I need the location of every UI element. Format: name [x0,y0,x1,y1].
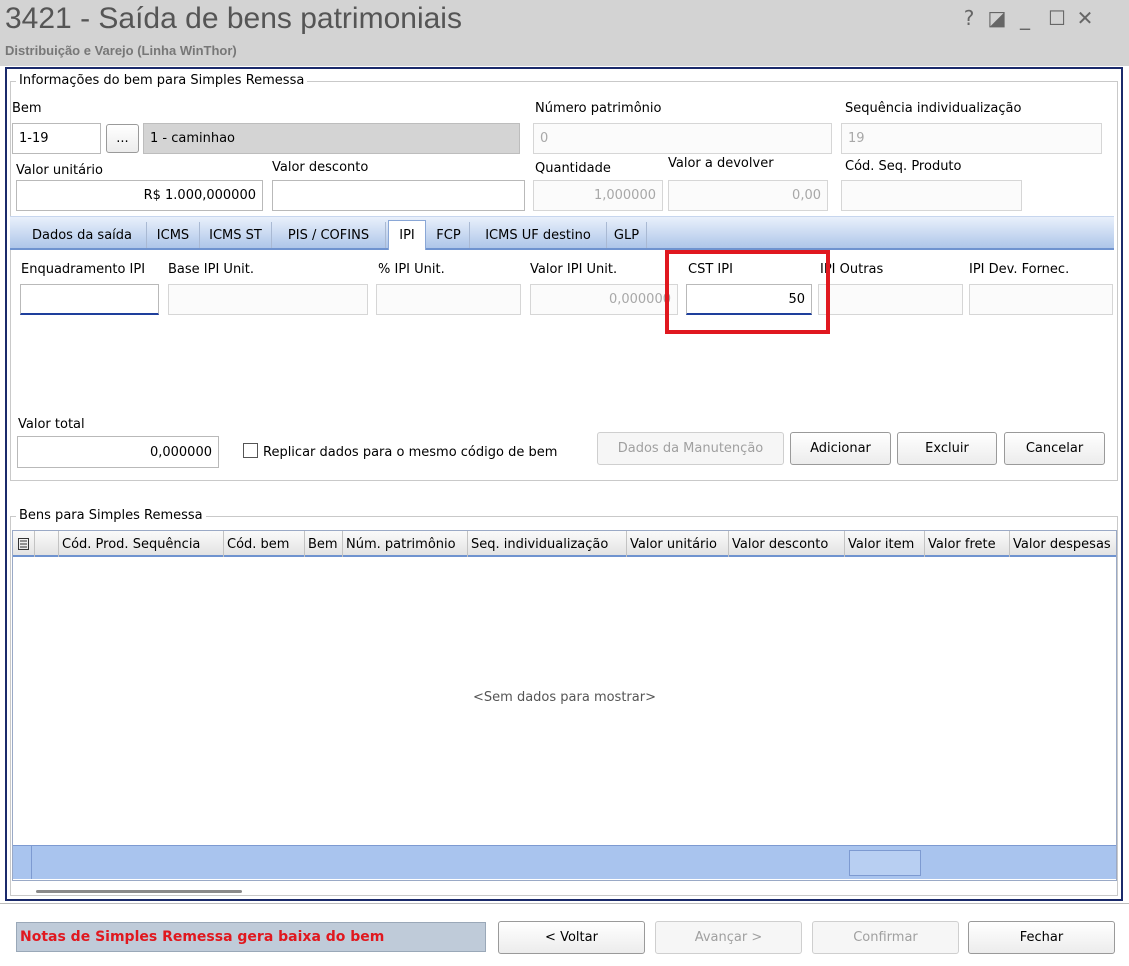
tab-fcp[interactable]: FCP [428,222,470,248]
col-valor-desconto[interactable]: Valor desconto [729,531,845,557]
valor-unitario-input[interactable]: R$ 1.000,000000 [16,180,263,211]
replicar-label: Replicar dados para o mesmo código de be… [263,445,558,460]
tab-icms[interactable]: ICMS [147,222,200,248]
cst-ipi-highlight [665,250,830,334]
valor-unitario-label: Valor unitário [16,163,103,178]
ipi-dev-fornec-label: IPI Dev. Fornec. [969,262,1070,277]
valor-total-input[interactable]: 0,000000 [17,436,219,468]
excluir-button[interactable]: Excluir [897,432,997,465]
cod-seq-produto-label: Cód. Seq. Produto [845,159,962,174]
col-bem[interactable]: Bem [305,531,343,557]
seq-individualizacao-input[interactable]: 19 [841,123,1102,154]
valor-desconto-label: Valor desconto [272,160,369,175]
replicar-checkbox[interactable] [243,443,258,458]
perc-ipi-label: % IPI Unit. [378,262,445,277]
restore-icon[interactable]: ◪ [986,6,1008,30]
column-chooser-icon[interactable] [13,531,35,557]
bens-grid [12,530,1117,881]
col-cod-prod-sequencia[interactable]: Cód. Prod. Sequência [59,531,224,557]
quantidade-label: Quantidade [535,161,611,176]
enquadramento-ipi-label: Enquadramento IPI [21,262,146,277]
col-valor-item[interactable]: Valor item [845,531,925,557]
base-ipi-label: Base IPI Unit. [168,262,255,277]
tab-ipi[interactable]: IPI [388,220,426,250]
confirmar-button[interactable]: Confirmar [812,921,959,954]
horizontal-scrollbar[interactable] [36,890,242,893]
tab-dados-da-saida[interactable]: Dados da saída [18,222,147,248]
grid-footer-summary-cell [849,850,921,876]
fechar-button[interactable]: Fechar [968,921,1115,954]
col-valor-despesas[interactable]: Valor despesas [1010,531,1116,557]
bem-label: Bem [12,101,42,116]
quantidade-input[interactable]: 1,000000 [533,180,663,211]
minimize-icon[interactable]: _ [1014,6,1036,30]
cancelar-button[interactable]: Cancelar [1004,432,1105,465]
tab-icms-st[interactable]: ICMS ST [200,222,272,248]
grid-footer [13,845,1116,879]
cod-seq-produto-input[interactable] [841,180,1022,211]
grid-spacer-column [35,531,59,557]
valor-ipi-label: Valor IPI Unit. [530,262,618,277]
tab-glp[interactable]: GLP [607,222,647,248]
col-valor-unitario[interactable]: Valor unitário [627,531,729,557]
bem-description-field: 1 - caminhao [143,123,520,154]
col-cod-bem[interactable]: Cód. bem [224,531,305,557]
grid-footer-indicator [13,845,32,879]
ipi-outras-input[interactable] [818,284,963,315]
col-valor-frete[interactable]: Valor frete [925,531,1010,557]
col-num-patrimonio[interactable]: Núm. patrimônio [343,531,468,557]
col-seq-individualizacao[interactable]: Seq. individualização [468,531,627,557]
close-icon[interactable]: ✕ [1074,6,1096,30]
avancar-button[interactable]: Avançar > [655,921,802,954]
valor-desconto-input[interactable] [272,180,525,211]
info-legend: Informações do bem para Simples Remessa [16,73,308,88]
warning-message: Notas de Simples Remessa gera baixa do b… [16,922,486,952]
window-subtitle: Distribuição e Varejo (Linha WinThor) [5,43,237,58]
valor-devolver-input[interactable]: 0,00 [668,180,828,211]
ipi-dev-fornec-input[interactable] [969,284,1113,315]
base-ipi-input[interactable] [168,284,368,315]
window-title: 3421 - Saída de bens patrimoniais [5,2,462,35]
tab-pis-cofins[interactable]: PIS / COFINS [272,222,386,248]
valor-devolver-label: Valor a devolver [668,156,774,171]
voltar-button[interactable]: < Voltar [498,921,645,954]
seq-individualizacao-label: Sequência individualização [845,101,1022,116]
dados-manutencao-button[interactable]: Dados da Manutenção [597,432,784,465]
grid-legend: Bens para Simples Remessa [16,508,206,523]
num-patrimonio-label: Número patrimônio [535,101,662,116]
grid-empty-message: <Sem dados para mostrar> [473,690,656,705]
num-patrimonio-input[interactable]: 0 [533,123,832,154]
valor-ipi-input[interactable]: 0,000000 [530,284,678,315]
bem-lookup-button[interactable]: ... [106,124,139,153]
enquadramento-ipi-input[interactable] [20,284,159,315]
maximize-icon[interactable]: ☐ [1046,6,1068,30]
perc-ipi-input[interactable] [376,284,521,315]
help-icon[interactable]: ? [958,6,980,30]
bem-code-input[interactable]: 1-19 [12,123,101,154]
adicionar-button[interactable]: Adicionar [790,432,891,465]
tab-icms-uf-destino[interactable]: ICMS UF destino [470,222,607,248]
valor-total-label: Valor total [18,417,85,432]
